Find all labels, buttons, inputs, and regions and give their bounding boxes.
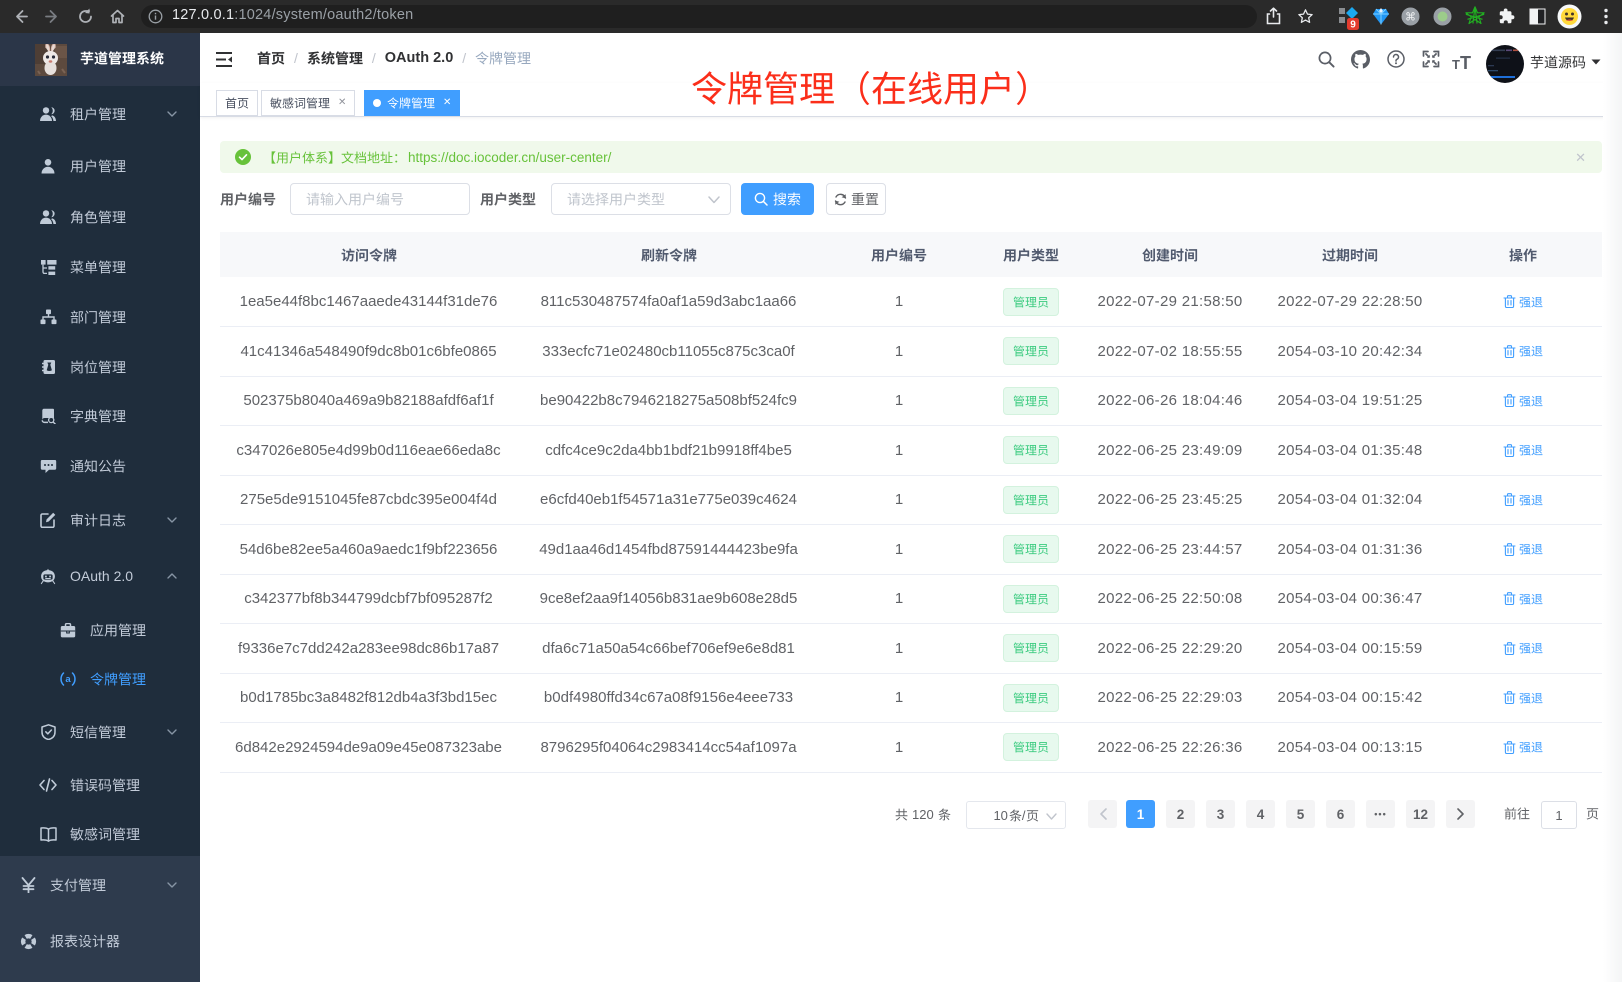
svg-text:⌘: ⌘ xyxy=(1405,12,1416,24)
svg-text:a: a xyxy=(65,674,71,685)
svg-text:9: 9 xyxy=(1350,20,1356,31)
